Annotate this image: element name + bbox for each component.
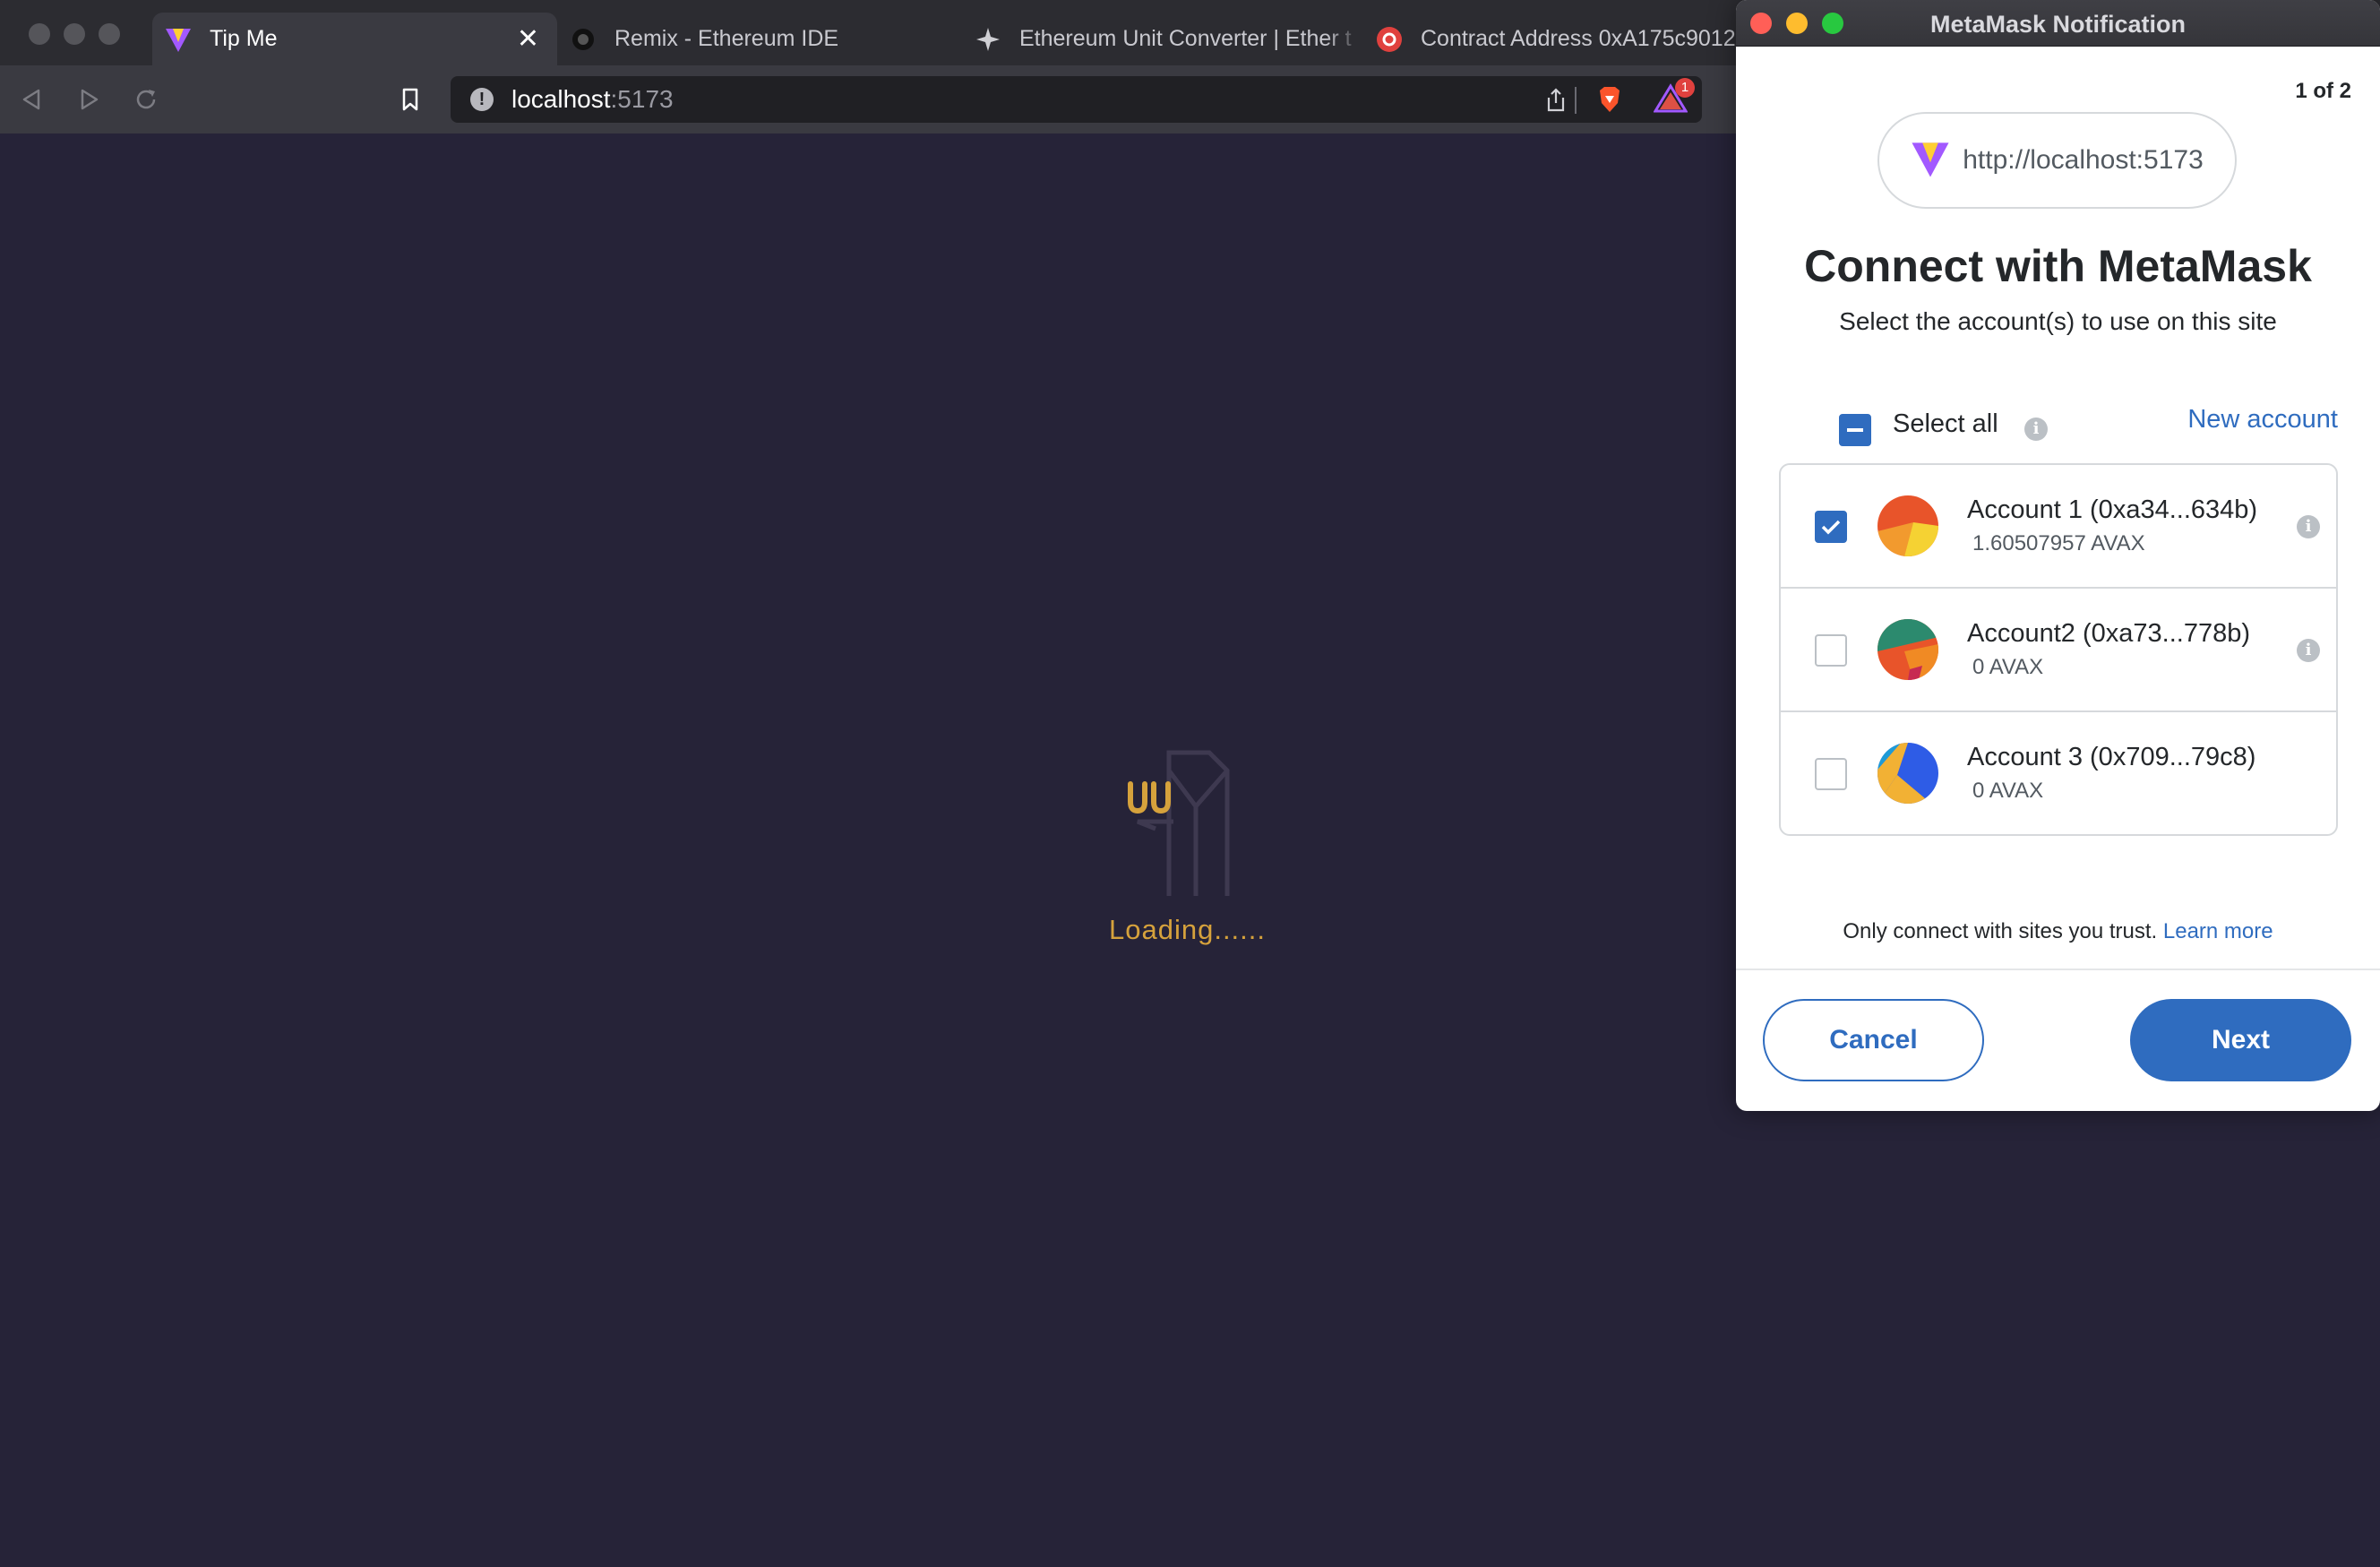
back-button[interactable] [14,82,50,117]
account-checkbox[interactable] [1815,758,1847,790]
tab-label: Ethereum Unit Converter | Ether t [1019,26,1352,51]
account-balance: 1.60507957 AVAX [1972,531,2145,555]
loading-text: Loading...... [1109,914,1267,945]
account-row[interactable]: Account 1 (0xa34...634b) 1.60507957 AVAX… [1781,465,2336,589]
trust-note: Only connect with sites you trust. Learn… [1736,919,2380,944]
brave-rewards-icon[interactable]: 1 [1653,78,1695,117]
popup-titlebar: MetaMask Notification [1736,0,2380,47]
sparkle-icon [975,26,1001,53]
site-info-icon[interactable]: ! [470,88,494,111]
tab-contract-address[interactable]: Contract Address 0xA175c9012 [1376,13,1736,65]
select-all-checkbox[interactable] [1839,414,1871,446]
butler-loading-icon [1102,744,1263,903]
account-balance: 0 AVAX [1972,779,2044,803]
url-text: localhost:5173 [511,85,674,113]
account-name: Account 1 (0xa34...634b) [1967,495,2258,524]
bookmark-button[interactable] [392,82,428,117]
account-checkbox[interactable] [1815,634,1847,667]
step-indicator: 1 of 2 [2295,79,2351,103]
cancel-button[interactable]: Cancel [1763,999,1984,1081]
address-bar[interactable]: ! localhost:5173 [451,76,1702,123]
window-minimize-dot[interactable] [64,23,85,45]
select-all-label: Select all [1893,409,1998,438]
info-icon[interactable]: i [2297,515,2320,538]
account-avatar [1877,495,1938,556]
browser-toolbar: ! localhost:5173 1 [0,65,1738,133]
vite-logo-icon [165,26,192,53]
connect-subtitle: Select the account(s) to use on this sit… [1839,307,2277,335]
divider [1736,969,2380,970]
notification-badge: 1 [1675,78,1695,98]
vite-logo-icon [1911,139,1950,183]
info-icon[interactable]: i [2024,418,2048,441]
account-name: Account 3 (0x709...79c8) [1967,743,2256,771]
site-origin-pill: http://localhost:5173 [1877,112,2237,209]
account-name: Account2 (0xa73...778b) [1967,619,2250,648]
forward-button[interactable] [71,82,107,117]
tab-label: Contract Address 0xA175c9012 [1421,26,1736,51]
account-avatar [1877,619,1938,680]
account-list: Account 1 (0xa34...634b) 1.60507957 AVAX… [1779,463,2338,836]
brave-shields-icon[interactable] [1596,85,1623,118]
close-tab-icon[interactable]: ✕ [517,23,539,55]
metamask-popup: MetaMask Notification 1 of 2 http://loca… [1736,0,2380,1111]
remix-logo-icon [570,26,597,53]
account-balance: 0 AVAX [1972,655,2044,679]
account-row[interactable]: Account2 (0xa73...778b) 0 AVAX i [1781,589,2336,712]
select-all-row: Select all i New account [1839,405,2359,450]
next-button[interactable]: Next [2130,999,2351,1081]
account-avatar [1877,743,1938,804]
new-account-link[interactable]: New account [2187,405,2338,435]
popup-title: MetaMask Notification [1929,11,2187,38]
tab-label: Remix - Ethereum IDE [614,26,839,51]
trust-text: Only connect with sites you trust. [1843,919,2158,943]
tab-remix[interactable]: Remix - Ethereum IDE [570,13,955,65]
window-zoom-dot[interactable] [99,23,120,45]
account-row[interactable]: Account 3 (0x709...79c8) 0 AVAX [1781,712,2336,836]
account-checkbox[interactable] [1815,511,1847,543]
tab-tip-me[interactable]: Tip Me ✕ [152,13,557,65]
tab-label: Tip Me [210,26,278,51]
etherscan-logo-icon [1376,26,1403,53]
tab-unit-converter[interactable]: Ethereum Unit Converter | Ether t [975,13,1362,65]
info-icon[interactable]: i [2297,639,2320,662]
learn-more-link[interactable]: Learn more [2163,919,2273,943]
reload-button[interactable] [128,82,164,117]
window-close-dot[interactable] [29,23,50,45]
connect-title: Connect with MetaMask [1804,241,2312,291]
site-url: http://localhost:5173 [1963,145,2204,175]
share-icon[interactable] [1544,87,1568,118]
